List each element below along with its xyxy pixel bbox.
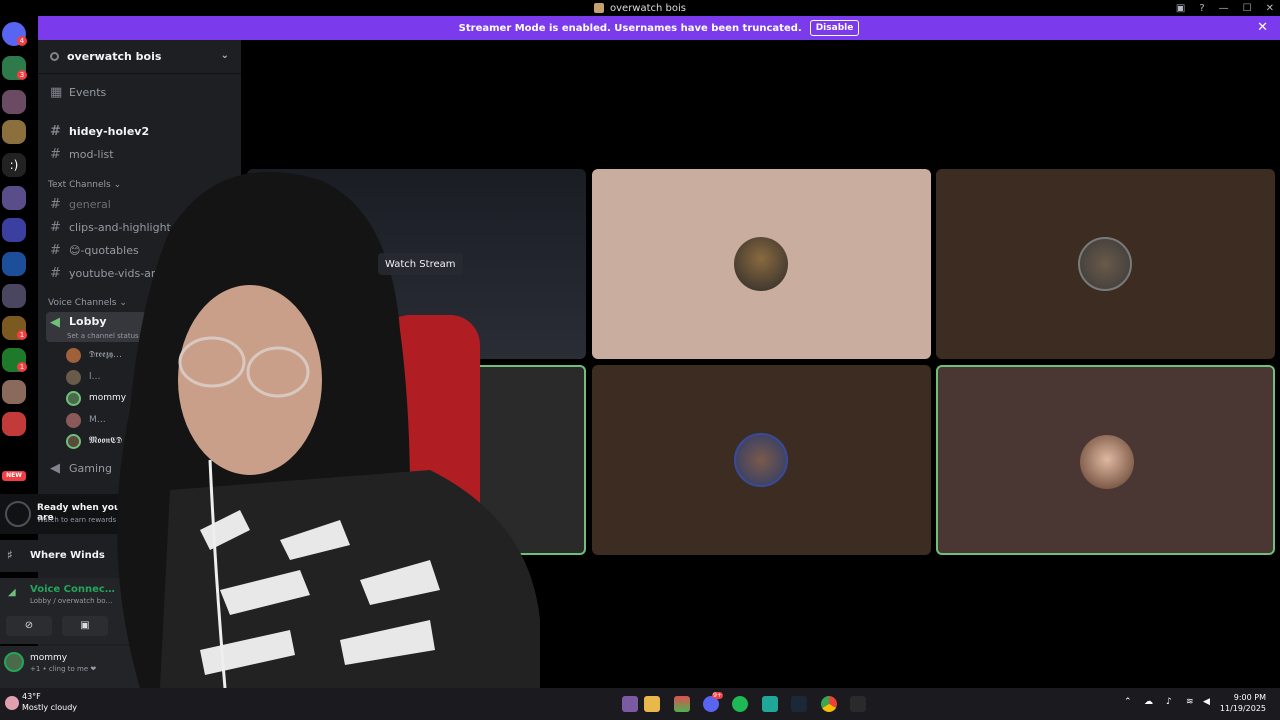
participant-tile[interactable]: [592, 169, 931, 359]
chevron-down-icon[interactable]: ⌄: [221, 50, 229, 61]
minimize-button[interactable]: —: [1219, 3, 1229, 14]
avatar: [66, 369, 81, 385]
temperature: 43°F: [22, 692, 41, 701]
voice-user-name: l…: [89, 372, 101, 382]
participant-tile[interactable]: [592, 365, 931, 555]
server-name: overwatch bois: [67, 50, 162, 63]
taskbar: 43°F Mostly cloudy 9+ ⌃ ☁ ♪ ≋ ◀ 9:00 PM …: [0, 688, 1280, 720]
hash-icon: #: [50, 219, 61, 235]
server-icon[interactable]: [2, 120, 26, 144]
steam-icon[interactable]: [791, 696, 807, 712]
webcam-overlay: [117, 171, 540, 688]
notification-badge: 4: [17, 36, 27, 46]
server-icon[interactable]: [2, 186, 26, 210]
avatar: [66, 433, 81, 449]
chrome-icon[interactable]: [821, 696, 837, 712]
channel-label: hidey-holev2: [69, 124, 150, 138]
progress-ring-icon: [5, 501, 31, 527]
mic-icon[interactable]: ♪: [1166, 697, 1172, 707]
user-name: mommy: [30, 653, 68, 663]
channel-hidey-holev2[interactable]: # hidey-holev2: [46, 121, 233, 141]
events-item[interactable]: ▦ Events: [46, 82, 233, 102]
speaker-icon: ◀: [50, 460, 60, 476]
wifi-icon[interactable]: ≋: [1186, 697, 1194, 707]
server-icon[interactable]: 1: [2, 348, 27, 372]
window-controls: ▣ ? — ☐ ✕: [1176, 0, 1274, 16]
hash-icon: #: [50, 242, 61, 258]
participant-tile[interactable]: [936, 169, 1275, 359]
voice-user[interactable]: l…: [66, 367, 101, 387]
new-badge: NEW: [2, 471, 26, 481]
hash-icon: #: [50, 196, 61, 212]
server-icon[interactable]: [2, 284, 26, 308]
speaker-icon[interactable]: ◀: [1203, 697, 1210, 707]
activity-title: Where Winds: [30, 550, 105, 561]
discord-icon[interactable]: 9+: [703, 692, 723, 712]
watch-stream-button[interactable]: Watch Stream: [378, 253, 463, 275]
notification-badge: 9+: [712, 692, 723, 699]
user-status: +1 • cling to me ❤: [30, 665, 97, 673]
hash-icon: #: [50, 265, 61, 281]
help-icon[interactable]: ?: [1199, 3, 1204, 14]
avatar[interactable]: [4, 652, 24, 672]
participant-tile[interactable]: [936, 365, 1275, 555]
notification-badge: 1: [17, 330, 27, 340]
server-icon[interactable]: :): [2, 153, 26, 177]
chevron-up-icon[interactable]: ⌃: [1124, 697, 1132, 707]
server-icon[interactable]: [2, 380, 26, 404]
participant-avatar: [1078, 237, 1132, 291]
signal-icon: ◢: [8, 587, 16, 598]
avatar: [66, 390, 81, 406]
notification-badge: 1: [17, 362, 27, 372]
discord-home-icon[interactable]: 4: [2, 22, 27, 46]
banner-close-icon[interactable]: ✕: [1257, 20, 1268, 35]
inbox-icon[interactable]: ▣: [1176, 3, 1185, 14]
participant-avatar: [1080, 435, 1134, 489]
participant-avatar: [734, 237, 788, 291]
window-title: overwatch bois: [610, 2, 686, 14]
photos-icon[interactable]: [674, 696, 690, 712]
game-icon: ♯: [7, 548, 13, 562]
spotify-icon[interactable]: [732, 696, 748, 712]
server-icon[interactable]: 3: [2, 56, 27, 80]
hash-icon: #: [50, 146, 61, 162]
participant-avatar: [734, 433, 788, 487]
streamer-mode-banner: Streamer Mode is enabled. Usernames have…: [38, 16, 1280, 40]
weather-widget[interactable]: 43°F Mostly cloudy: [22, 691, 77, 713]
avatar: [66, 412, 81, 428]
close-window-button[interactable]: ✕: [1266, 3, 1274, 14]
server-status-icon: [50, 52, 59, 61]
server-icon[interactable]: [2, 252, 26, 276]
app-icon[interactable]: [762, 696, 778, 712]
notification-badge: 3: [17, 70, 27, 80]
app-icon: [594, 3, 604, 13]
server-icon[interactable]: [2, 412, 26, 436]
hash-icon: #: [50, 123, 61, 139]
avatar: [66, 347, 81, 363]
speaker-icon: ◀: [50, 315, 60, 330]
server-icon[interactable]: [2, 218, 26, 242]
disable-button[interactable]: Disable: [809, 20, 860, 36]
weather-icon: [5, 696, 19, 710]
events-label: Events: [69, 85, 107, 99]
server-icon[interactable]: 1: [2, 316, 27, 340]
weather-condition: Mostly cloudy: [22, 703, 77, 712]
video-off-icon[interactable]: ⊘: [6, 616, 52, 636]
banner-text: Streamer Mode is enabled. Usernames have…: [458, 22, 802, 34]
cloud-icon[interactable]: ☁: [1144, 697, 1153, 707]
calendar-icon: ▦: [50, 84, 63, 100]
date: 11/19/2025: [1219, 704, 1266, 713]
server-header[interactable]: overwatch bois ⌄: [38, 40, 241, 74]
clock[interactable]: 9:00 PM 11/19/2025: [1220, 692, 1266, 714]
file-explorer-icon[interactable]: [644, 696, 660, 712]
window-titlebar: overwatch bois ▣ ? — ☐ ✕: [0, 0, 1280, 16]
time: 9:00 PM: [1233, 693, 1266, 702]
app-icon[interactable]: [850, 696, 866, 712]
server-icon[interactable]: [2, 90, 26, 114]
app-icon[interactable]: [622, 696, 638, 712]
maximize-button[interactable]: ☐: [1243, 3, 1252, 14]
